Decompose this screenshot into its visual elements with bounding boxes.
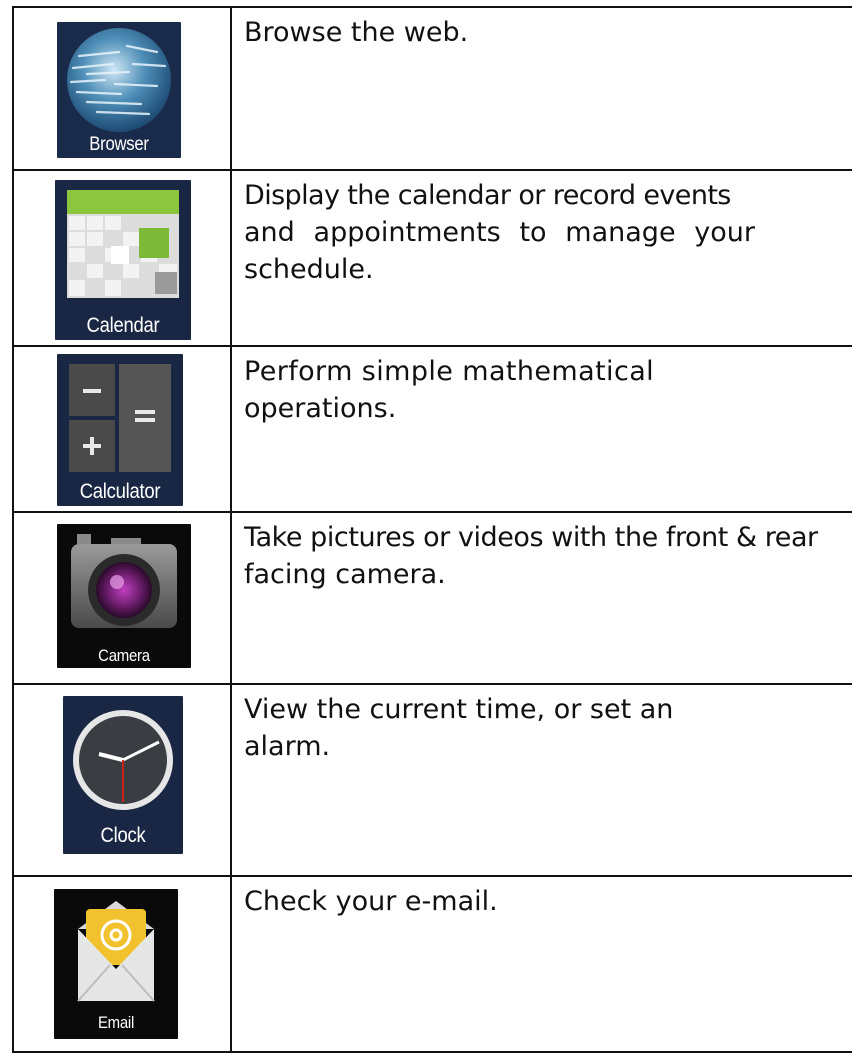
- description-line: alarm.: [244, 731, 331, 762]
- icon-cell: Camera: [12, 511, 232, 685]
- icon-cell: Email: [12, 875, 232, 1053]
- browser-icon: Browser: [57, 22, 181, 158]
- calculator-icon: Calculator: [57, 354, 183, 506]
- app-table: Browser Browse the web. Calendar Display…: [12, 6, 852, 1053]
- icon-caption: Calendar: [86, 314, 160, 337]
- description-cell: View the current time, or set an alarm.: [230, 683, 852, 877]
- clock-icon: Clock: [63, 696, 183, 854]
- table-row: Calculator Perform simple mathematical o…: [12, 345, 852, 513]
- table-row: Calendar Display the calendar or record …: [12, 169, 852, 347]
- description-line: Take pictures or videos with the front &…: [244, 522, 818, 553]
- icon-caption: Email: [97, 1013, 135, 1032]
- description-line: Display the calendar or record events: [244, 180, 731, 211]
- icon-caption: Browser: [89, 134, 149, 155]
- description-cell: Check your e-mail.: [230, 875, 852, 1053]
- table-row: Camera Take pictures or videos with the …: [12, 511, 852, 685]
- description-line: View the current time, or set an: [244, 694, 674, 725]
- description-line: operations.: [244, 393, 397, 424]
- icon-cell: Calendar: [12, 169, 232, 347]
- icon-caption: Calculator: [79, 480, 161, 503]
- description-line: and appointments to manage your: [244, 217, 755, 248]
- icon-cell: Browser: [12, 6, 232, 171]
- table-row: Email Check your e-mail.: [12, 875, 852, 1053]
- icon-caption: Camera: [98, 646, 150, 665]
- description-line: Perform simple mathematical: [244, 356, 655, 387]
- table-row: Clock View the current time, or set an a…: [12, 683, 852, 877]
- description-line: schedule.: [244, 254, 374, 285]
- description-cell: Display the calendar or record events an…: [230, 169, 852, 347]
- description-cell: Perform simple mathematical operations.: [230, 345, 852, 513]
- description-cell: Browse the web.: [230, 6, 852, 171]
- description-cell: Take pictures or videos with the front &…: [230, 511, 852, 685]
- calendar-icon: Calendar: [55, 180, 191, 340]
- description-line: facing camera.: [244, 559, 446, 590]
- description-line: Browse the web.: [244, 17, 469, 48]
- icon-caption: Clock: [100, 824, 146, 847]
- email-icon: Email: [54, 889, 178, 1039]
- icon-cell: Clock: [12, 683, 232, 877]
- camera-icon: Camera: [57, 524, 191, 668]
- icon-cell: Calculator: [12, 345, 232, 513]
- table-row: Browser Browse the web.: [12, 6, 852, 171]
- description-line: Check your e-mail.: [244, 886, 498, 917]
